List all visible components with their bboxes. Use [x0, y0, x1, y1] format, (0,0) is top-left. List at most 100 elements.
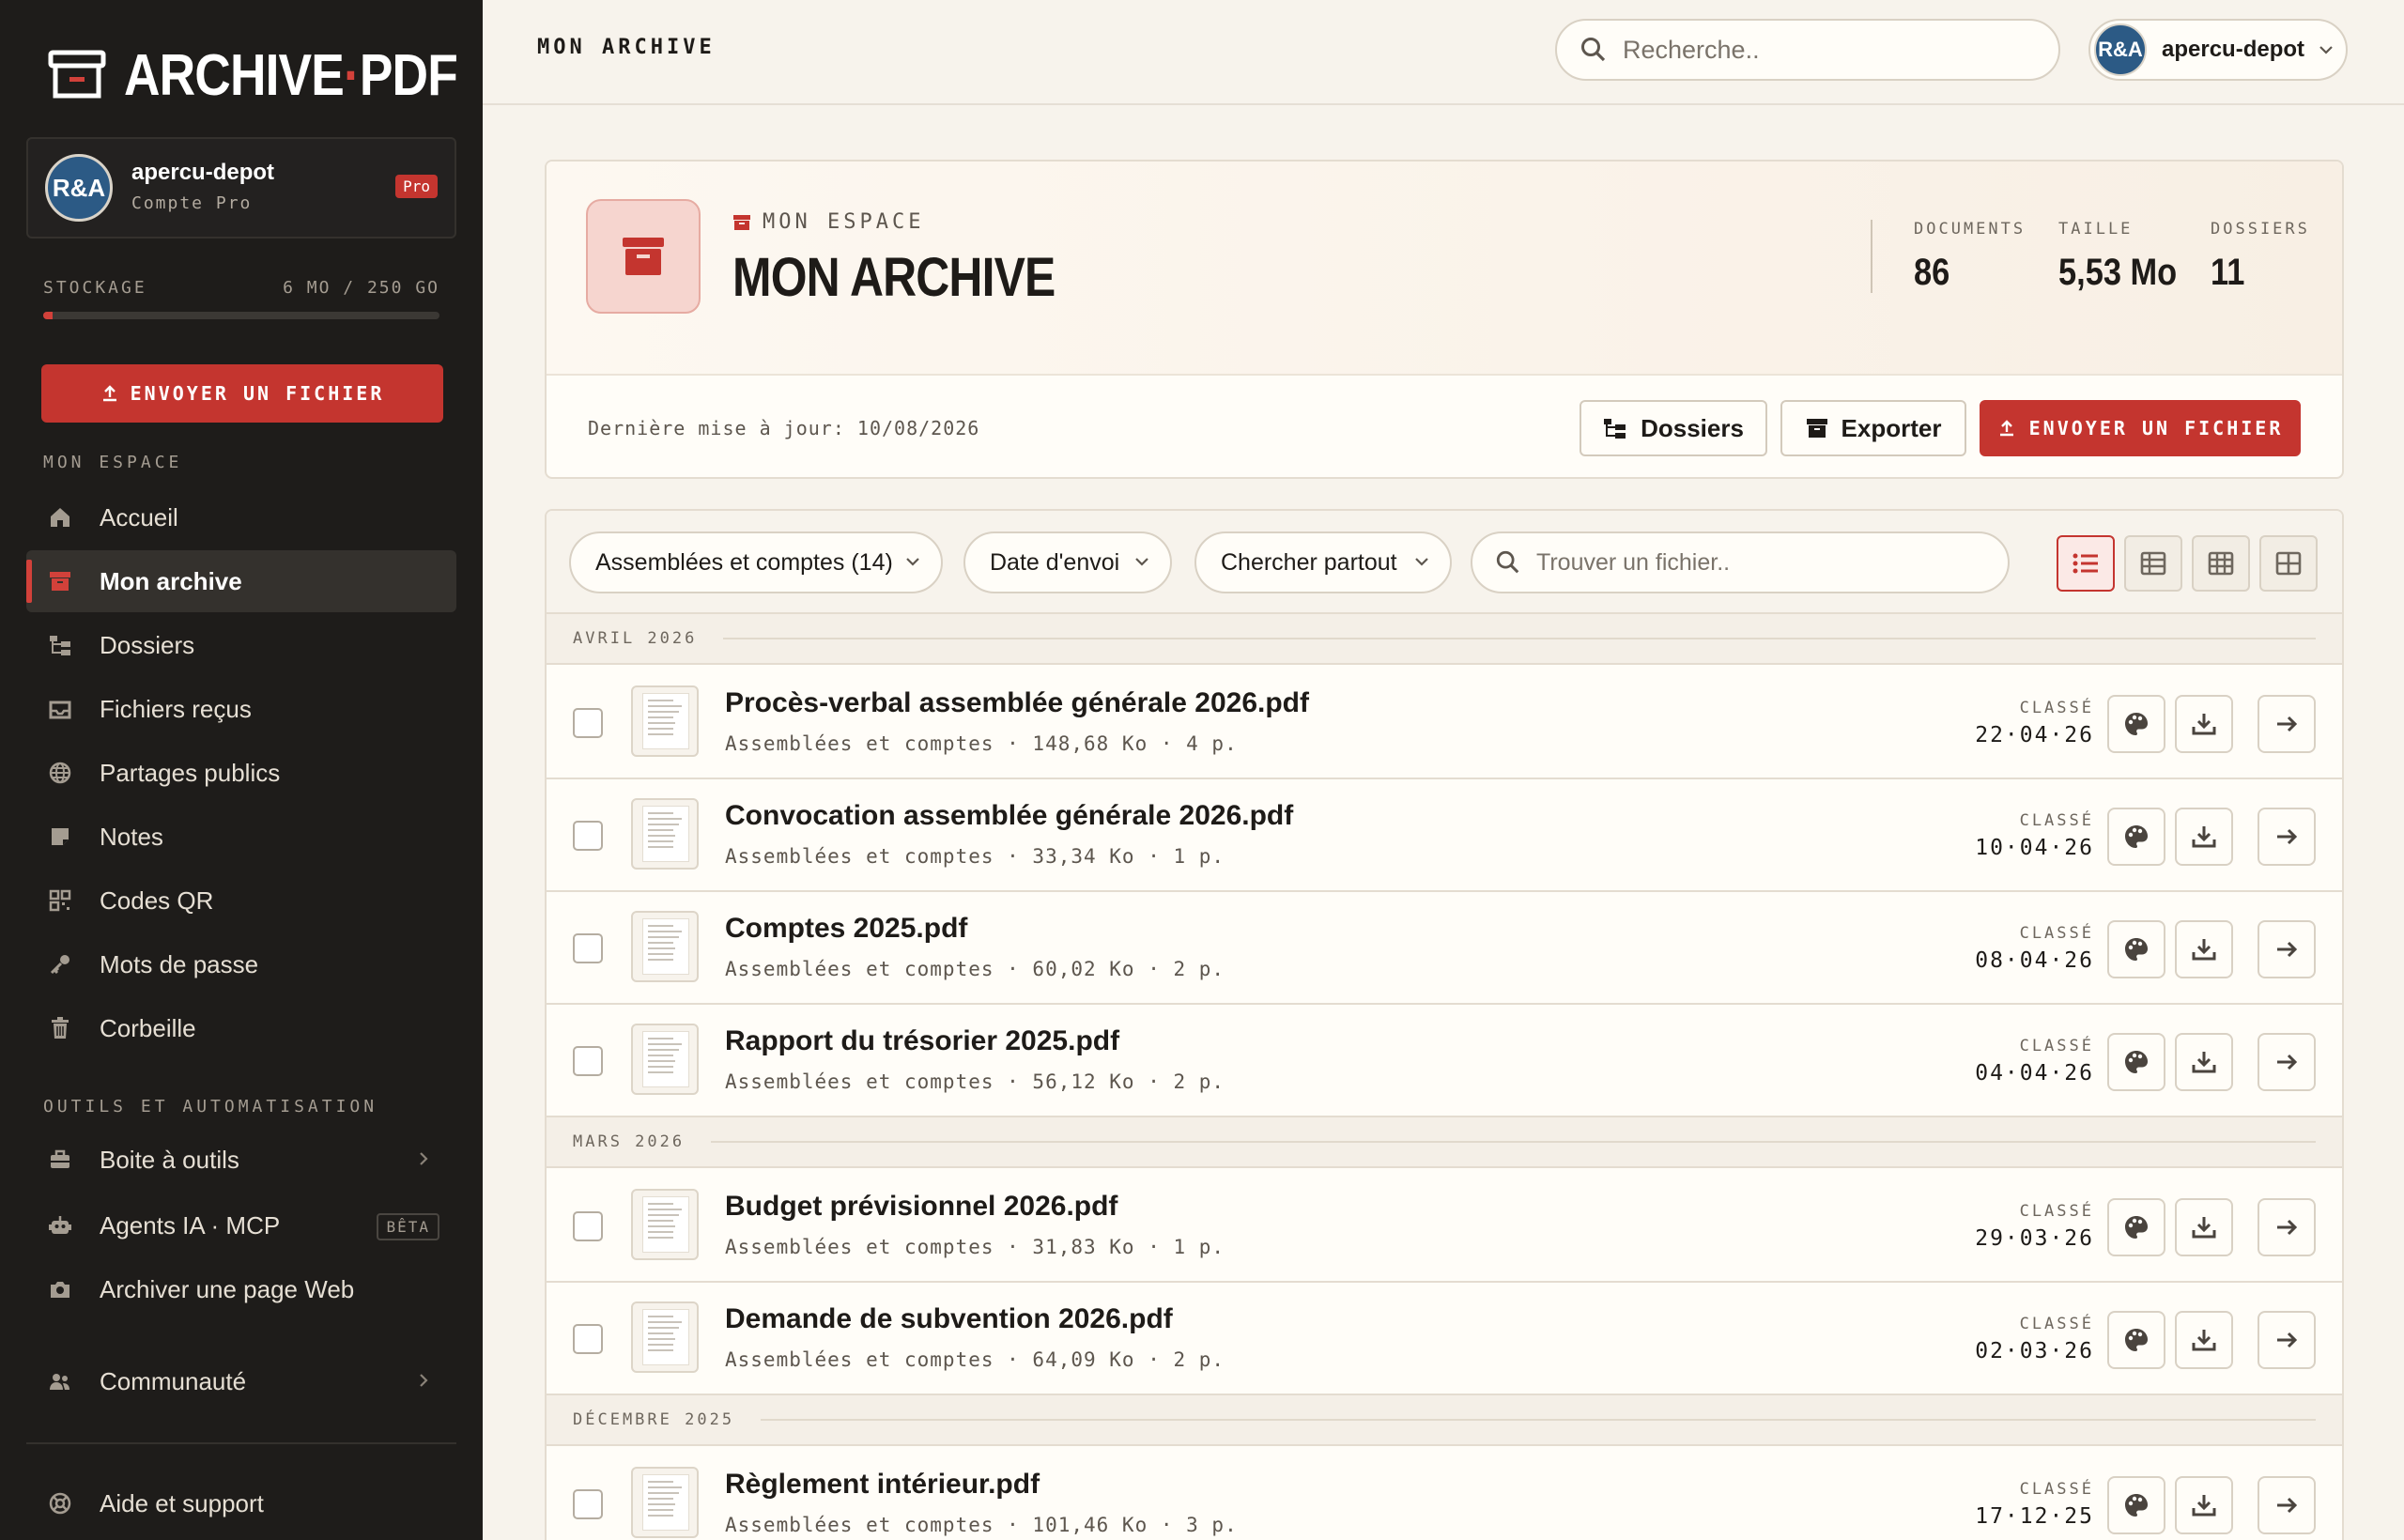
scope-filter[interactable]: Chercher partout	[1194, 531, 1452, 593]
user-menu-button[interactable]: R&A apercu-depot	[2088, 19, 2348, 81]
pdf-page-preview	[642, 1196, 689, 1253]
view-cards-button[interactable]	[2259, 535, 2318, 592]
sidebar-item-aide[interactable]: Aide et support	[26, 1472, 456, 1534]
file-name[interactable]: Comptes 2025.pdf	[725, 913, 967, 945]
file-checkbox[interactable]	[573, 1324, 603, 1354]
file-row[interactable]: Règlement intérieur.pdf Assemblées et com…	[547, 1448, 2342, 1540]
file-thumbnail[interactable]	[631, 685, 699, 757]
file-checkbox[interactable]	[573, 1211, 603, 1241]
list-view-icon	[2073, 553, 2098, 574]
global-search-input[interactable]: Recherche..	[1555, 19, 2060, 81]
file-checkbox[interactable]	[573, 933, 603, 963]
sidebar-item-notes[interactable]: Notes	[26, 806, 456, 868]
sidebar-item-archiver-page-web[interactable]: Archiver une page Web	[26, 1258, 456, 1320]
download-button[interactable]	[2175, 1476, 2233, 1534]
stat-value: 86	[1914, 252, 1950, 293]
pdf-page-preview	[642, 693, 689, 749]
dossiers-button[interactable]: Dossiers	[1580, 400, 1767, 456]
file-thumbnail[interactable]	[631, 798, 699, 870]
file-name[interactable]: Procès-verbal assemblée générale 2026.pd…	[725, 687, 1309, 719]
sidebar-item-label: Codes QR	[100, 886, 214, 915]
table-view-icon	[2140, 551, 2166, 576]
file-name[interactable]: Budget prévisionnel 2026.pdf	[725, 1191, 1117, 1223]
download-button[interactable]	[2175, 695, 2233, 753]
view-table-button[interactable]	[2124, 535, 2182, 592]
file-row[interactable]: Comptes 2025.pdf Assemblées et comptes · …	[547, 892, 2342, 1005]
download-button[interactable]	[2175, 1311, 2233, 1369]
file-name[interactable]: Demande de subvention 2026.pdf	[725, 1303, 1173, 1335]
open-button[interactable]	[2258, 1476, 2316, 1534]
file-name[interactable]: Rapport du trésorier 2025.pdf	[725, 1025, 1119, 1057]
sidebar-item-label: Fichiers reçus	[100, 694, 252, 723]
file-checkbox[interactable]	[573, 821, 603, 851]
view-grid-button[interactable]	[2192, 535, 2250, 592]
month-group-header: DÉCEMBRE 2025	[547, 1395, 2342, 1446]
open-button[interactable]	[2258, 920, 2316, 978]
sidebar-divider	[26, 1442, 456, 1444]
open-button[interactable]	[2258, 1198, 2316, 1256]
download-button[interactable]	[2175, 920, 2233, 978]
eyebrow-label: MON ESPACE	[763, 210, 925, 234]
download-button[interactable]	[2175, 1033, 2233, 1091]
file-checkbox[interactable]	[573, 1489, 603, 1519]
sidebar-item-label: Mots de passe	[100, 949, 259, 978]
sidebar-item-dossiers[interactable]: Dossiers	[26, 614, 456, 676]
file-name[interactable]: Convocation assemblée générale 2026.pdf	[725, 800, 1293, 832]
sidebar-upload-button[interactable]: ENVOYER UN FICHIER	[41, 364, 443, 423]
download-button[interactable]	[2175, 1198, 2233, 1256]
file-checkbox[interactable]	[573, 708, 603, 738]
file-thumbnail[interactable]	[631, 1467, 699, 1538]
category-filter[interactable]: Assemblées et comptes (14)	[569, 531, 943, 593]
file-thumbnail[interactable]	[631, 1189, 699, 1260]
open-button[interactable]	[2258, 808, 2316, 866]
download-icon	[2191, 824, 2217, 850]
palette-button[interactable]	[2107, 920, 2165, 978]
open-button[interactable]	[2258, 1033, 2316, 1091]
stat-documents: DOCUMENTS 86	[1914, 220, 2026, 294]
view-list-button[interactable]	[2057, 535, 2115, 592]
file-row[interactable]: Demande de subvention 2026.pdf Assemblées…	[547, 1283, 2342, 1395]
logo[interactable]: ARCHIVE·PDF	[47, 39, 512, 111]
find-file-input[interactable]: Trouver un fichier..	[1471, 531, 2010, 593]
file-thumbnail[interactable]	[631, 911, 699, 982]
sidebar-item-partages-publics[interactable]: Partages publics	[26, 742, 456, 804]
download-button[interactable]	[2175, 808, 2233, 866]
palette-button[interactable]	[2107, 808, 2165, 866]
sidebar-item-codes-qr[interactable]: Codes QR	[26, 870, 456, 932]
export-button[interactable]: Exporter	[1780, 400, 1966, 456]
sidebar-item-communaute[interactable]: Communauté	[26, 1350, 456, 1412]
palette-button[interactable]	[2107, 695, 2165, 753]
palette-button[interactable]	[2107, 1198, 2165, 1256]
sidebar-item-fichiers-recus[interactable]: Fichiers reçus	[26, 678, 456, 740]
palette-button[interactable]	[2107, 1033, 2165, 1091]
sidebar-item-label: Partages publics	[100, 758, 281, 787]
file-row[interactable]: Convocation assemblée générale 2026.pdf A…	[547, 779, 2342, 892]
sidebar-item-mon-archive[interactable]: Mon archive	[26, 550, 456, 612]
file-row[interactable]: Rapport du trésorier 2025.pdf Assemblées …	[547, 1005, 2342, 1117]
sidebar-item-agents-ia[interactable]: Agents IA · MCP BÊTA	[26, 1194, 456, 1256]
file-thumbnail[interactable]	[631, 1301, 699, 1373]
open-button[interactable]	[2258, 695, 2316, 753]
storage-bar	[43, 312, 439, 319]
upload-button[interactable]: ENVOYER UN FICHIER	[1980, 400, 2301, 456]
sidebar-item-corbeille[interactable]: Corbeille	[26, 997, 456, 1059]
sidebar-item-boite-a-outils[interactable]: Boite à outils	[26, 1129, 456, 1191]
file-name[interactable]: Règlement intérieur.pdf	[725, 1469, 1040, 1501]
open-button[interactable]	[2258, 1311, 2316, 1369]
breadcrumb: MON ARCHIVE	[537, 36, 716, 59]
palette-button[interactable]	[2107, 1311, 2165, 1369]
file-row[interactable]: Budget prévisionnel 2026.pdf Assemblées e…	[547, 1170, 2342, 1283]
lifebuoy-icon	[45, 1488, 75, 1518]
classified-label: CLASSÉ	[2019, 1480, 2094, 1499]
sidebar-item-accueil[interactable]: Accueil	[26, 486, 456, 548]
file-checkbox[interactable]	[573, 1046, 603, 1076]
sort-filter[interactable]: Date d'envoi	[963, 531, 1172, 593]
account-card[interactable]: R&A apercu-depot Compte Pro Pro	[26, 137, 456, 239]
archive-icon	[586, 199, 701, 314]
pdf-page-preview	[642, 1474, 689, 1531]
chevron-down-icon	[906, 558, 919, 566]
file-thumbnail[interactable]	[631, 1024, 699, 1095]
file-row[interactable]: Procès-verbal assemblée générale 2026.pd…	[547, 667, 2342, 779]
palette-button[interactable]	[2107, 1476, 2165, 1534]
sidebar-item-mots-de-passe[interactable]: Mots de passe	[26, 933, 456, 995]
